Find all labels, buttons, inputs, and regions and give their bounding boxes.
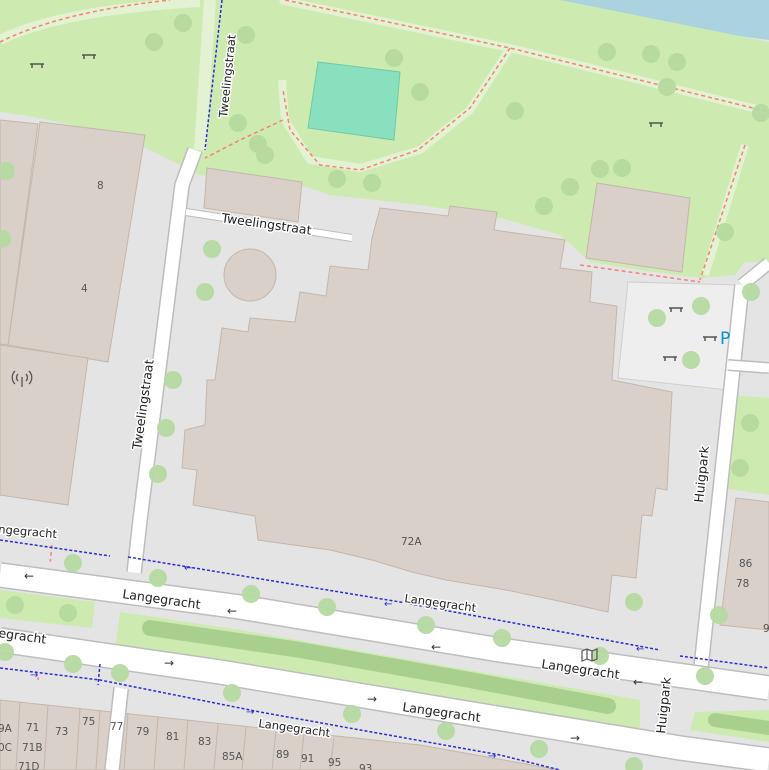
house-number: 93 (359, 763, 372, 770)
oneway-arrow-cycle: ← (636, 644, 644, 655)
sports-pitch (307, 61, 401, 141)
building-park-east (585, 182, 691, 273)
oneway-arrow: ← (227, 604, 237, 618)
house-number: 77 (110, 721, 123, 733)
building-round (223, 248, 277, 302)
oneway-arrow-cycle: → (30, 670, 38, 681)
oneway-arrow: → (367, 692, 377, 706)
house-number: 72A (401, 536, 422, 548)
house-number: 95 (328, 757, 341, 769)
house-number: 4 (81, 283, 88, 295)
house-number: 78 (736, 578, 749, 590)
oneway-arrow-cycle: → (246, 707, 254, 718)
house-number: 71D (18, 761, 39, 770)
oneway-arrow: ← (24, 569, 34, 583)
house-number: 8 (97, 180, 104, 192)
house-number: 81 (166, 731, 179, 743)
house-number: 79 (136, 726, 149, 738)
parking-symbol: P (720, 329, 730, 349)
house-number: 0C (0, 742, 12, 754)
oneway-arrow: → (570, 731, 580, 745)
house-number: 9A (0, 723, 13, 735)
house-number: 9 (763, 623, 769, 635)
oneway-arrow-cycle: ← (184, 563, 192, 574)
house-number: 83 (198, 736, 211, 748)
house-number: 71 (26, 722, 39, 734)
oneway-arrow-cycle: → (488, 751, 496, 762)
house-number: 86 (739, 558, 753, 570)
house-number: 89 (276, 749, 289, 761)
oneway-arrow: → (164, 656, 174, 670)
house-number: 75 (82, 716, 95, 728)
house-number: 73 (55, 726, 68, 738)
house-number: 71B (22, 742, 43, 754)
oneway-arrow: ← (633, 675, 643, 689)
oneway-arrow: ← (431, 640, 441, 654)
house-number: 85A (222, 751, 243, 763)
house-number: 91 (301, 753, 314, 765)
road-huigpark-east[interactable] (727, 360, 769, 373)
oneway-arrow-cycle: ← (384, 599, 392, 610)
map-canvas[interactable]: P ← ← ← ← → → → ← ← ← → → → Tweelingstra… (0, 0, 769, 770)
